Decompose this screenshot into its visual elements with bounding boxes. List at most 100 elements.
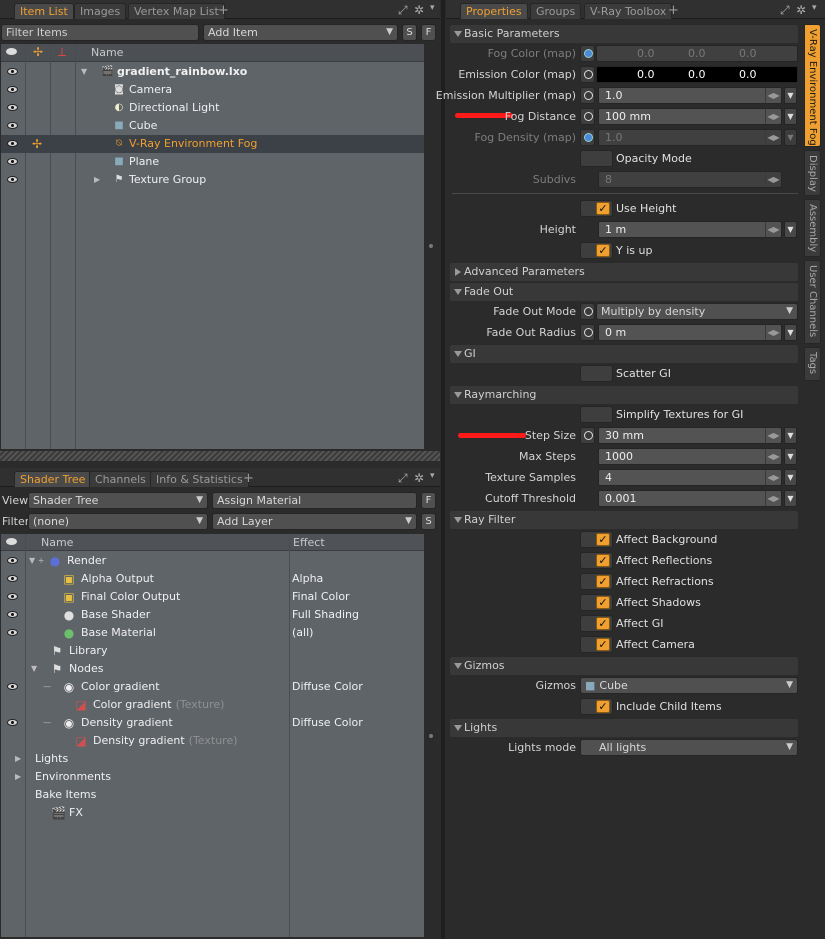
affect-checkbox[interactable]: ✓ [580, 552, 613, 569]
assign-material-button[interactable]: Assign Material [212, 492, 417, 509]
visibility-eye-icon[interactable] [7, 104, 18, 111]
shader-tree-row[interactable]: ⚑ Library [1, 642, 424, 660]
expand-arrow-icon[interactable]: ▼ [81, 63, 87, 81]
expand-arrow-icon[interactable]: ▶ [15, 750, 21, 768]
expand-arrow-icon[interactable]: ▼ [31, 660, 37, 678]
emission-multiplier-link-button[interactable] [580, 87, 595, 104]
side-tab-display[interactable]: Display [804, 150, 821, 196]
slider-handle-icon[interactable]: ◀▶ [765, 449, 781, 464]
add-layer-dropdown[interactable]: Add Layer ▼ [212, 513, 417, 530]
fog-distance-field[interactable]: 100 mm ◀▶ [598, 108, 782, 125]
popout-icon[interactable]: ⤢ [398, 471, 408, 486]
visibility-eye-icon[interactable] [7, 176, 18, 183]
list-item[interactable]: ■ Plane [1, 153, 424, 171]
visibility-eye-icon[interactable] [7, 557, 18, 564]
panel-menu-icon[interactable]: ▾ [812, 3, 817, 13]
chevron-down-icon[interactable]: ▼ [784, 490, 797, 507]
section-raymarching[interactable]: Raymarching [450, 386, 798, 404]
list-item-selected[interactable]: ✢ ⍉ V-Ray Environment Fog [1, 135, 424, 153]
visibility-eye-icon[interactable] [7, 158, 18, 165]
visibility-eye-icon[interactable] [7, 719, 18, 726]
gear-icon[interactable]: ✲ [414, 3, 424, 17]
slider-handle-icon[interactable]: ◀▶ [765, 172, 781, 187]
list-item[interactable]: ▶ ⚑ Texture Group [1, 171, 424, 189]
expand-arrow-icon[interactable]: — [43, 714, 51, 732]
slider-handle-icon[interactable]: ◀▶ [765, 109, 781, 124]
section-lights[interactable]: Lights [450, 719, 798, 737]
section-gizmos[interactable]: Gizmos [450, 657, 798, 675]
list-item[interactable]: ◐ Directional Light [1, 99, 424, 117]
fade-out-radius-link-button[interactable] [580, 324, 595, 341]
gizmos-dropdown[interactable]: ■ Cube ▼ [580, 677, 798, 694]
fog-color-field[interactable]: 0.0 0.0 0.0 [596, 45, 798, 62]
slider-handle-icon[interactable]: ◀▶ [765, 88, 781, 103]
shader-tree-row[interactable]: ▣ Alpha Output Alpha [1, 570, 424, 588]
fog-density-field[interactable]: 1.0 ◀▶ [598, 129, 782, 146]
use-height-checkbox[interactable]: ✓ [580, 200, 613, 217]
shader-tree-row[interactable]: ◪ Color gradient (Texture) [1, 696, 424, 714]
scatter-gi-checkbox[interactable]: ✓ [580, 365, 613, 382]
view-dropdown[interactable]: Shader Tree ▼ [28, 492, 208, 509]
texture-samples-field[interactable]: 4 ◀▶ [598, 469, 782, 486]
tab-vray-toolbox[interactable]: V-Ray Toolbox [584, 3, 673, 19]
panel-splitter[interactable] [441, 0, 445, 939]
slider-handle-icon[interactable]: ◀▶ [765, 470, 781, 485]
simplify-textures-checkbox[interactable]: ✓ [580, 406, 613, 423]
fog-distance-link-button[interactable] [580, 108, 595, 125]
slider-handle-icon[interactable]: ◀▶ [765, 222, 781, 237]
shader-tree-row[interactable]: ● Base Material (all) [1, 624, 424, 642]
cutoff-threshold-field[interactable]: 0.001 ◀▶ [598, 490, 782, 507]
expand-arrow-icon[interactable]: ▶ [15, 768, 21, 786]
add-tab-icon[interactable]: + [243, 471, 254, 486]
tab-properties[interactable]: Properties [460, 3, 528, 19]
chevron-down-icon[interactable]: ▼ [784, 448, 797, 465]
gear-icon[interactable]: ✲ [796, 3, 806, 17]
emission-color-field[interactable]: 0.0 0.0 0.0 [596, 66, 798, 83]
shader-tree-row[interactable]: 🎬 FX [1, 804, 424, 822]
expand-arrow-icon[interactable]: — [43, 678, 51, 696]
shader-tree-row[interactable]: Bake Items [1, 786, 424, 804]
tab-shader-tree[interactable]: Shader Tree [14, 471, 92, 487]
fade-out-mode-dropdown[interactable]: Multiply by density ▼ [596, 303, 798, 320]
visibility-eye-icon[interactable] [7, 629, 18, 636]
visibility-eye-icon[interactable] [7, 575, 18, 582]
section-advanced-parameters[interactable]: Advanced Parameters [450, 263, 798, 281]
side-tab-vray-environment-fog[interactable]: V-Ray Environment Fog [804, 24, 821, 147]
side-tab-assembly[interactable]: Assembly [804, 199, 821, 257]
shader-tree-row[interactable]: ▼ ⚑ Nodes [1, 660, 424, 678]
fade-out-radius-field[interactable]: 0 m ◀▶ [598, 324, 782, 341]
panel-divider[interactable] [0, 451, 440, 461]
list-item[interactable]: ▼ 🎬 gradient_rainbow.lxo [1, 63, 424, 81]
add-item-dropdown[interactable]: Add Item ▼ [203, 24, 398, 41]
list-item[interactable]: ■ Cube [1, 117, 424, 135]
section-gi[interactable]: GI [450, 345, 798, 363]
tab-info-statistics[interactable]: Info & Statistics [150, 471, 249, 487]
affect-checkbox[interactable]: ✓ [580, 636, 613, 653]
scrollbar[interactable] [424, 534, 438, 937]
panel-menu-icon[interactable]: ▾ [430, 471, 435, 481]
shader-tree-row[interactable]: ▣ Final Color Output Final Color [1, 588, 424, 606]
shader-tree-row[interactable]: ◪ Density gradient (Texture) [1, 732, 424, 750]
visibility-eye-icon[interactable] [7, 140, 18, 147]
lock-icon[interactable]: ✢ [32, 135, 42, 153]
include-child-items-checkbox[interactable]: ✓ [580, 698, 613, 715]
fade-out-mode-link-button[interactable] [580, 303, 595, 320]
shader-tree-row[interactable]: ▶ Environments [1, 768, 424, 786]
visibility-eye-icon[interactable] [7, 611, 18, 618]
tab-channels[interactable]: Channels [89, 471, 152, 487]
slider-handle-icon[interactable]: ◀▶ [765, 491, 781, 506]
emission-multiplier-field[interactable]: 1.0 ◀▶ [598, 87, 782, 104]
gear-icon[interactable]: ✲ [414, 471, 424, 485]
f-button[interactable]: F [421, 492, 436, 509]
chevron-down-icon[interactable]: ▼ [784, 129, 797, 146]
visibility-eye-icon[interactable] [7, 593, 18, 600]
section-fade-out[interactable]: Fade Out [450, 283, 798, 301]
expand-arrow-icon[interactable]: ▶ [94, 171, 100, 189]
visibility-eye-icon[interactable] [7, 122, 18, 129]
tab-item-list[interactable]: Item List [14, 3, 74, 19]
emission-color-link-button[interactable] [580, 66, 595, 83]
section-basic-parameters[interactable]: Basic Parameters [450, 25, 798, 43]
filter-items-input[interactable]: Filter Items [1, 24, 199, 41]
visibility-eye-icon[interactable] [7, 68, 18, 75]
chevron-down-icon[interactable]: ▼ [784, 469, 797, 486]
